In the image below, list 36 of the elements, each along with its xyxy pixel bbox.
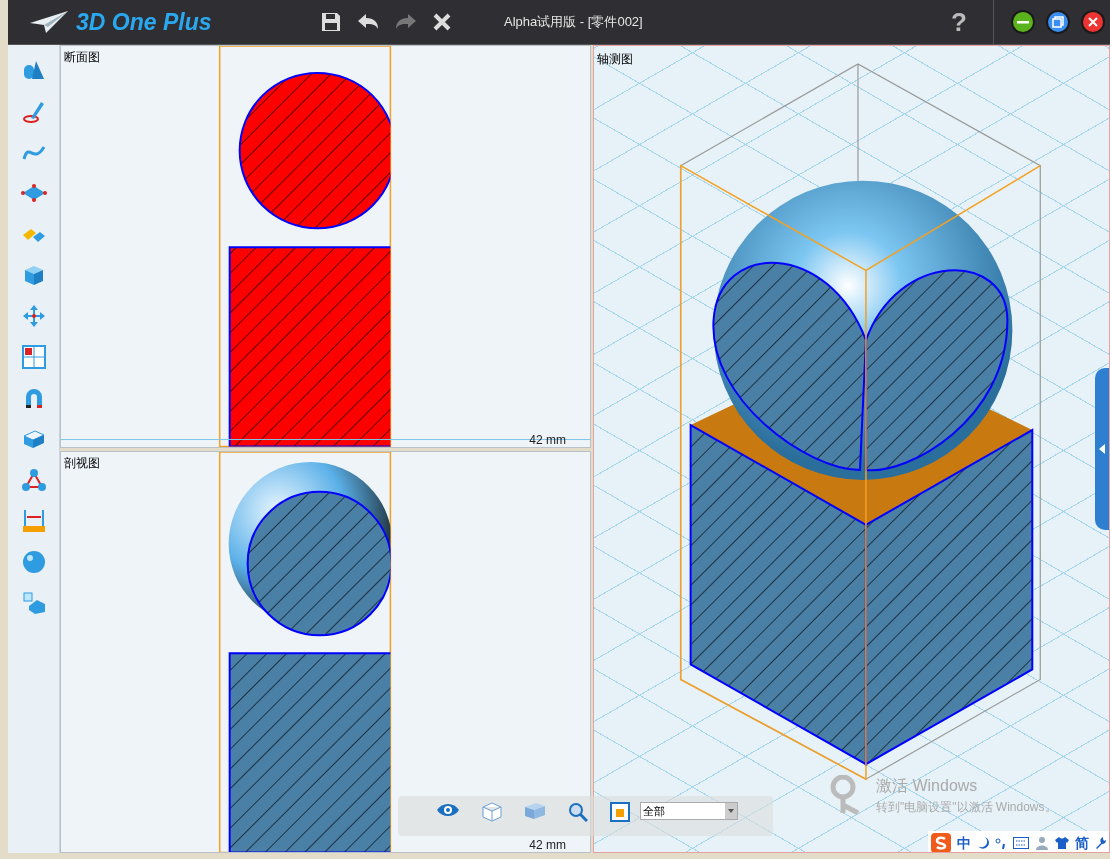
app-logo: 3D One Plus — [76, 7, 212, 37]
dimension-label: 42 mm — [529, 837, 566, 852]
restore-icon[interactable] — [1045, 9, 1071, 35]
keyboard-icon[interactable] — [1013, 837, 1029, 849]
caret-icon — [728, 809, 734, 813]
view-title: 剖视图 — [64, 454, 100, 472]
ruler-measure-icon[interactable] — [20, 508, 47, 534]
part-assembly-icon[interactable] — [20, 590, 47, 616]
paper-plane-icon — [30, 11, 68, 33]
filter-dropdown[interactable]: 全部 — [640, 802, 738, 820]
side-panel-tab[interactable] — [1095, 368, 1109, 530]
shirt-icon[interactable] — [1055, 836, 1069, 850]
triangle-nodes-icon[interactable] — [20, 467, 47, 493]
punctuation-icon[interactable] — [995, 836, 1007, 850]
save-icon[interactable] — [320, 11, 342, 33]
ime-mode[interactable]: 中 — [957, 832, 971, 852]
wrench-icon[interactable] — [1095, 836, 1107, 850]
collapse-arrow-icon — [1099, 444, 1105, 454]
wireframe-cube-icon[interactable] — [482, 802, 502, 822]
close-window-icon[interactable] — [1080, 9, 1106, 35]
search-icon[interactable] — [568, 802, 588, 822]
close-icon[interactable] — [432, 12, 452, 32]
cube-frame-icon[interactable] — [610, 802, 630, 822]
ime-logo-icon[interactable] — [931, 833, 951, 852]
view-title: 断面图 — [64, 49, 100, 66]
grid-numbers-icon[interactable] — [20, 344, 47, 370]
help-button[interactable]: ? — [951, 2, 967, 42]
minimize-icon[interactable] — [1010, 9, 1036, 35]
ime-script[interactable]: 简 — [1075, 832, 1089, 852]
view-title: 轴测图 — [597, 51, 633, 68]
eye-icon[interactable] — [436, 802, 460, 818]
dimension-label: 42 mm — [529, 431, 566, 447]
user-icon[interactable] — [1035, 836, 1049, 850]
moon-icon[interactable] — [977, 836, 989, 850]
sphere-icon[interactable] — [20, 549, 47, 575]
window-title: Alpha试用版 - [零件002] — [504, 13, 643, 32]
